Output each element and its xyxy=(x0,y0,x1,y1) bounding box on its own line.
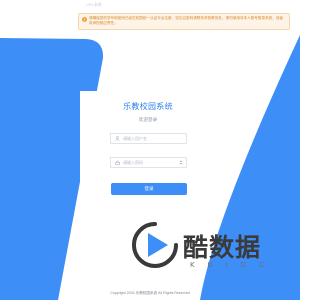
watermark-logo: 酷数据 KUIDC xyxy=(132,222,264,273)
login-card: 乐教校园系统 欢迎登录 登录 xyxy=(80,91,216,207)
watermark-main-text: 酷数据 xyxy=(183,233,262,262)
notice-text: 请确保您的学号和密码已经在校园统一认证平台注册，如忘记密码请联系学校教务处，请勿… xyxy=(89,16,284,25)
lock-icon xyxy=(115,160,120,165)
login-title: 乐教校园系统 xyxy=(123,102,173,111)
warning-icon: ! xyxy=(82,17,87,22)
password-input[interactable] xyxy=(123,158,179,167)
notice-banner: ! 请确保您的学号和密码已经在校园统一认证平台注册，如忘记密码请联系学校教务处，… xyxy=(78,13,290,30)
watermark-sub-text: KUIDC xyxy=(190,261,277,269)
play-logo-icon xyxy=(132,222,178,268)
login-subtitle: 欢迎登录 xyxy=(138,117,158,122)
password-field[interactable] xyxy=(110,157,187,168)
login-button[interactable]: 登录 xyxy=(111,183,187,195)
username-field[interactable] xyxy=(110,133,187,144)
top-url-text: URL参数 xyxy=(86,2,103,7)
user-icon xyxy=(115,136,120,141)
footer-copyright: Copyright 2024 乐教校园系统 All Rights Reserve… xyxy=(110,291,190,295)
username-input[interactable] xyxy=(123,134,179,143)
show-password-icon[interactable] xyxy=(179,160,183,165)
